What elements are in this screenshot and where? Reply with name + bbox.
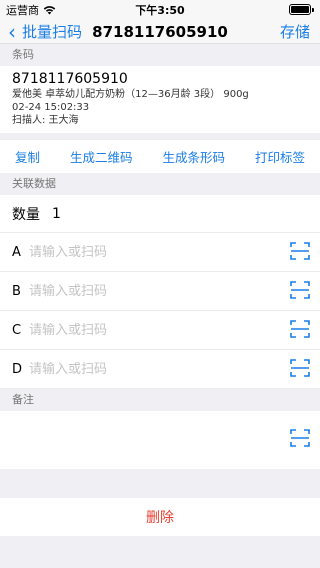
field-row-b: B (0, 272, 320, 311)
nav-bar: ‹ 批量扫码 8718117605910 存储 (0, 20, 320, 44)
barcode-section-header: 条码 (0, 44, 320, 66)
product-name: 爱他美 卓萃幼儿配方奶粉（12—36月龄 3段） 900g (12, 89, 249, 100)
barcode-number: 8718117605910 (12, 71, 128, 87)
delete-button[interactable]: 删除 (0, 498, 320, 536)
generate-qrcode-button[interactable]: 生成二维码 (70, 147, 133, 166)
barcode-card: 8718117605910 爱他美 卓萃幼儿配方奶粉（12—36月龄 3段） 9… (0, 66, 320, 133)
actions-row: 复制 生成二维码 生成条形码 打印标签 (0, 139, 320, 173)
field-letter-c: C (12, 322, 22, 338)
notes-input[interactable] (0, 411, 320, 469)
generate-barcode-button[interactable]: 生成条形码 (162, 147, 225, 166)
field-input-b[interactable] (29, 283, 249, 299)
print-label-button[interactable]: 打印标签 (255, 147, 305, 166)
save-button[interactable]: 存储 (280, 21, 310, 42)
back-label: 批量扫码 (22, 23, 83, 41)
quantity-row[interactable]: 数量 1 (0, 195, 320, 233)
scanner-name: 扫描人: 王大海 (12, 115, 79, 126)
battery-indicator (289, 4, 314, 15)
scan-frame-icon[interactable] (290, 320, 310, 338)
field-row-a: A (0, 233, 320, 272)
battery-level (291, 6, 309, 13)
scan-frame-icon[interactable] (290, 359, 310, 377)
status-time: 下午3:50 (135, 4, 185, 17)
copy-button[interactable]: 复制 (15, 147, 40, 166)
scan-frame-icon[interactable] (290, 242, 310, 260)
related-section-header: 关联数据 (0, 173, 320, 195)
scan-time: 02-24 15:02:33 (12, 102, 90, 113)
scan-frame-icon[interactable] (290, 429, 310, 447)
battery-tip (312, 7, 314, 12)
field-input-c[interactable] (29, 322, 249, 338)
field-row-d: D (0, 350, 320, 389)
field-letter-b: B (12, 283, 21, 299)
notes-section-header: 备注 (0, 389, 320, 411)
quantity-value: 1 (52, 205, 61, 222)
quantity-label: 数量 (12, 206, 40, 223)
back-button[interactable]: ‹ 批量扫码 (0, 21, 82, 42)
field-row-c: C (0, 311, 320, 350)
field-letter-d: D (12, 361, 23, 377)
scan-frame-icon[interactable] (290, 281, 310, 299)
chevron-left-icon: ‹ (8, 19, 16, 44)
field-letter-a: A (12, 244, 21, 260)
field-input-d[interactable] (29, 361, 249, 377)
status-bar: 运营商 下午3:50 (0, 0, 320, 20)
field-input-a[interactable] (29, 244, 249, 260)
battery-icon (289, 4, 311, 15)
